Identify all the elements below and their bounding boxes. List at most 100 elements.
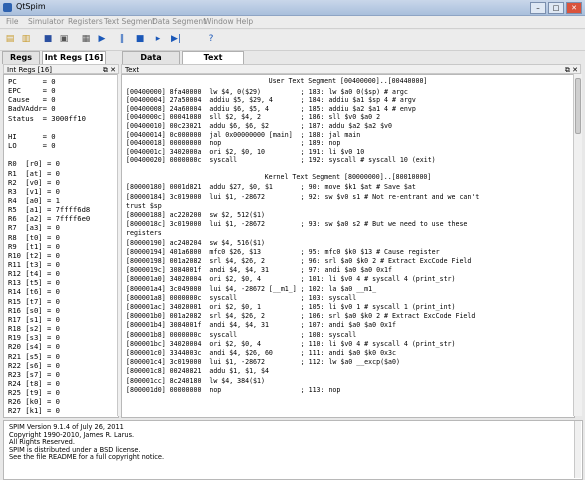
code-line: [800001b8] 0000000c syscall ; 108: sysca…: [126, 330, 357, 339]
register-line: R16 [s0] = 0: [8, 305, 60, 315]
step-icon[interactable]: ▸: [152, 33, 164, 45]
register-line: R8 [t0] = 0: [8, 232, 60, 242]
code-line: [00400020] 0000000c syscall ; 192: sysca…: [126, 156, 436, 165]
console-scrollbar[interactable]: [574, 421, 581, 478]
minimize-button[interactable]: –: [530, 2, 546, 14]
register-line: R27 [k1] = 0: [8, 406, 60, 416]
code-line: [800001ac] 34020001 ori $2, $0, 1 ; 105:…: [126, 303, 456, 311]
code-line: [00400000] 8fa40000 lw $4, 0($29) ; 183:…: [126, 87, 408, 96]
code-line: [80000194] 401a6800 mfc0 $26, $13 ; 95: …: [126, 247, 440, 256]
menu-registers[interactable]: Registers: [68, 17, 103, 26]
register-line: R4 [a0] = 1: [8, 195, 60, 205]
open-icon[interactable]: ▤: [4, 33, 16, 45]
register-line: R22 [s6] = 0: [8, 360, 60, 370]
code-line: trust $sp: [126, 201, 162, 210]
register-line: R14 [t6] = 0: [8, 287, 60, 297]
register-line: R1 [at] = 0: [8, 168, 60, 178]
code-line: [80000180] 0001d821 addu $27, $0, $1 ; 9…: [126, 183, 416, 192]
print-icon[interactable]: ▣: [58, 33, 70, 45]
menu-data-segment[interactable]: Data Segment: [152, 17, 206, 26]
register-line: R23 [s7] = 0: [8, 369, 60, 379]
save-icon[interactable]: ■: [42, 33, 54, 45]
title-bar: QtSpim – □ ✕: [0, 0, 585, 16]
text-segment-panel[interactable]: User Text Segment [00400000]..[00440000]…: [121, 74, 575, 418]
console-line: See the file README for a full copyright…: [9, 453, 165, 462]
code-line: [800001b0] 001a2082 srl $4, $26, 2 ; 106…: [126, 312, 476, 321]
code-line: registers: [126, 229, 162, 238]
regs-pane-header: Int Regs [16] ⧉ ✕: [3, 64, 119, 74]
register-line: PC = 0: [8, 77, 56, 86]
clear-icon[interactable]: ▦: [80, 33, 92, 45]
console-panel[interactable]: SPIM Version 9.1.4 of July 26, 2011 Copyr…: [3, 420, 583, 480]
register-line: R24 [t8] = 0: [8, 378, 60, 388]
register-line: R9 [t1] = 0: [8, 241, 60, 251]
register-line: R18 [s2] = 0: [8, 324, 60, 334]
code-line: [800001b4] 3084001f andi $4, $4, 31 ; 10…: [126, 321, 396, 330]
code-line: [00400018] 00000000 nop ; 189: nop: [126, 139, 341, 148]
register-line: HI = 0: [8, 131, 56, 141]
app-icon: [3, 3, 12, 12]
register-line: R10 [t2] = 0: [8, 250, 60, 260]
code-line: [80000188] ac220200 sw $2, 512($1): [126, 211, 265, 219]
run-icon[interactable]: ▶: [96, 33, 108, 45]
register-line: R11 [t3] = 0: [8, 260, 60, 269]
register-line: BadVAddr= 0: [8, 104, 56, 114]
code-line: [00400010] 00c23021 addu $6, $6, $2 ; 18…: [126, 121, 392, 130]
code-line: [8000018c] 3c019000 lui $1, -28672 ; 93:…: [126, 220, 468, 229]
code-line: [00400014] 0c000000 jal 0x00000000 [main…: [126, 130, 361, 139]
menu-text-segment[interactable]: Text Segment: [104, 17, 155, 26]
code-line: [800001a4] 3c049000 lui $4, -28672 [__m1…: [126, 284, 377, 293]
regs-pane-title: Int Regs [16]: [7, 66, 53, 74]
register-line: R21 [s5] = 0: [8, 351, 60, 361]
register-line: LO = 0: [8, 141, 56, 151]
register-line: R19 [s3] = 0: [8, 333, 60, 343]
text-pane-title: Text: [125, 66, 140, 74]
menu-bar: File Simulator Registers Text Segment Da…: [0, 16, 585, 29]
close-button[interactable]: ✕: [566, 2, 582, 14]
maximize-button[interactable]: □: [548, 2, 564, 14]
code-line: [800001c0] 3344003c andi $4, $26, 60 ; 1…: [126, 349, 396, 357]
code-line: [800001cc] 8c240180 lw $4, 384($1): [126, 376, 265, 385]
register-line: R3 [v1] = 0: [8, 186, 60, 196]
register-line: R6 [a2] = 7ffff6e0: [8, 214, 91, 224]
code-line: [800001bc] 34020004 ori $2, $0, 4 ; 110:…: [126, 339, 456, 348]
menu-simulator[interactable]: Simulator: [28, 17, 64, 26]
text-scrollbar-thumb[interactable]: [575, 78, 581, 134]
code-line: [8000019c] 3084001f andi $4, $4, 31 ; 97…: [126, 266, 392, 275]
code-line: [00400004] 27a50004 addiu $5, $29, 4 ; 1…: [126, 96, 416, 105]
code-line: [0040001c] 3402000a ori $2, $0, 10 ; 191…: [126, 147, 365, 156]
register-line: R12 [t4] = 0: [8, 269, 60, 279]
register-line: R7 [a3] = 0: [8, 223, 60, 233]
code-line: [80000198] 001a2082 srl $4, $26, 2 ; 96:…: [126, 257, 472, 265]
tab-data[interactable]: Data: [122, 51, 180, 64]
menu-help[interactable]: Help: [236, 17, 253, 26]
menu-file[interactable]: File: [6, 17, 19, 26]
text-pane-header: Text ⧉ ✕: [121, 64, 581, 74]
code-line: [800001a8] 0000000c syscall ; 103: sysca…: [126, 293, 357, 302]
register-line: Cause = 0: [8, 95, 56, 105]
register-line: EPC = 0: [8, 86, 56, 96]
help-icon[interactable]: ?: [205, 33, 217, 45]
text-scrollbar[interactable]: [573, 74, 582, 416]
pause-icon[interactable]: ‖: [116, 33, 128, 45]
int-regs-panel[interactable]: PC = 0 EPC = 0 Cause = 0 BadVAddr= 0 Status …: [3, 74, 119, 418]
register-line: R17 [s1] = 0: [8, 314, 60, 324]
window-controls: – □ ✕: [530, 2, 582, 14]
stop-icon[interactable]: ■: [134, 33, 146, 45]
register-line: R5 [a1] = 7ffff6d8: [8, 205, 91, 215]
toolbar: ▤ ▥ ■ ▣ ▦ ▶ ‖ ■ ▸ ▶| ?: [0, 30, 585, 51]
tab-int-regs[interactable]: Int Regs [16]: [42, 51, 106, 64]
register-line: R15 [t7] = 0: [8, 296, 60, 306]
register-line: Status = 3000ff10: [8, 113, 86, 123]
code-line: [800001d0] 00000000 nop ; 113: nop: [126, 385, 341, 394]
step-over-icon[interactable]: ▶|: [170, 33, 182, 45]
tab-regs[interactable]: Regs: [2, 51, 40, 64]
register-line: R13 [t5] = 0: [8, 278, 60, 288]
register-line: R2 [v0] = 0: [8, 177, 60, 187]
register-line: R20 [s4] = 0: [8, 342, 60, 352]
code-line: [0040000c] 00041080 sll $2, $4, 2 ; 186:…: [126, 113, 381, 122]
menu-window[interactable]: Window: [204, 17, 234, 26]
tab-text[interactable]: Text: [182, 51, 244, 64]
code-line: [00400008] 24a60004 addiu $6, $5, 4 ; 18…: [126, 104, 416, 113]
reload-icon[interactable]: ▥: [20, 33, 32, 45]
